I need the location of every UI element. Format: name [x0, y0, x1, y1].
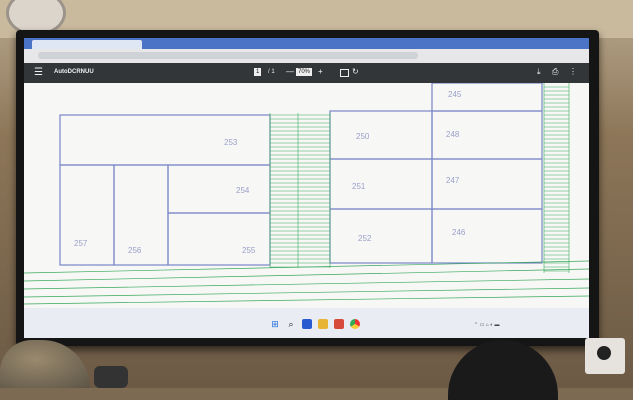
browser-titlebar: [24, 38, 589, 49]
page-number-input[interactable]: 1: [254, 68, 262, 76]
menu-icon[interactable]: ☰: [34, 68, 43, 78]
block-252: [329, 208, 433, 264]
zoom-level-input[interactable]: 70%: [296, 68, 313, 76]
label-248: 248: [446, 130, 460, 139]
url-field[interactable]: [38, 52, 418, 59]
print-icon[interactable]: ⎙: [552, 67, 558, 77]
folder-icon[interactable]: [318, 319, 328, 329]
page-total: / 1: [268, 69, 275, 75]
more-options-icon[interactable]: ⋮: [569, 67, 577, 76]
block-253: [59, 114, 271, 166]
zoom-in-button[interactable]: +: [318, 67, 323, 76]
rotate-icon[interactable]: ↻: [352, 67, 359, 76]
block-254: [167, 164, 271, 214]
windows-icon[interactable]: ⊞: [270, 319, 280, 329]
webcam: [94, 366, 128, 388]
label-247: 247: [446, 176, 460, 185]
app-icon[interactable]: [334, 319, 344, 329]
power-socket: [597, 346, 611, 360]
windows-taskbar: ⊞ ⌕ ⌃ ▭ ⌂ ◐ ▬: [24, 308, 589, 338]
pdf-toolbar: ☰ AutoDCRNUU 1 / 1 — 70% + ↻ ⤓ ⎙ ⋮: [24, 63, 589, 83]
block-257: [59, 164, 115, 266]
search-icon[interactable]: ⌕: [286, 319, 296, 329]
site-plan-drawing: 253 254 255 256 257 250 251 252 248 247 …: [24, 82, 589, 305]
label-255: 255: [242, 246, 256, 255]
label-253: 253: [224, 138, 238, 147]
label-256: 256: [128, 246, 142, 255]
block-255: [167, 212, 271, 266]
browser-tab[interactable]: [32, 40, 142, 49]
block-251: [329, 158, 433, 210]
chrome-icon[interactable]: [350, 319, 360, 329]
file-explorer-icon[interactable]: [302, 319, 312, 329]
block-250: [329, 110, 433, 160]
block-246: [431, 208, 543, 264]
label-246: 246: [452, 228, 466, 237]
download-icon[interactable]: ⤓: [537, 67, 541, 77]
document-name: AutoDCRNUU: [54, 69, 94, 75]
label-252: 252: [358, 234, 372, 243]
label-257: 257: [74, 239, 88, 248]
pdf-page: 253 254 255 256 257 250 251 252 248 247 …: [24, 82, 589, 308]
label-254: 254: [236, 186, 250, 195]
label-251: 251: [352, 182, 366, 191]
label-245: 245: [448, 90, 462, 99]
zoom-out-button[interactable]: —: [286, 67, 294, 76]
label-250: 250: [356, 132, 370, 141]
tv-screen: ☰ AutoDCRNUU 1 / 1 — 70% + ↻ ⤓ ⎙ ⋮ 253 2…: [24, 38, 589, 338]
system-tray[interactable]: ⌃ ▭ ⌂ ◐ ▬: [474, 322, 500, 328]
fit-page-icon[interactable]: [340, 69, 349, 77]
